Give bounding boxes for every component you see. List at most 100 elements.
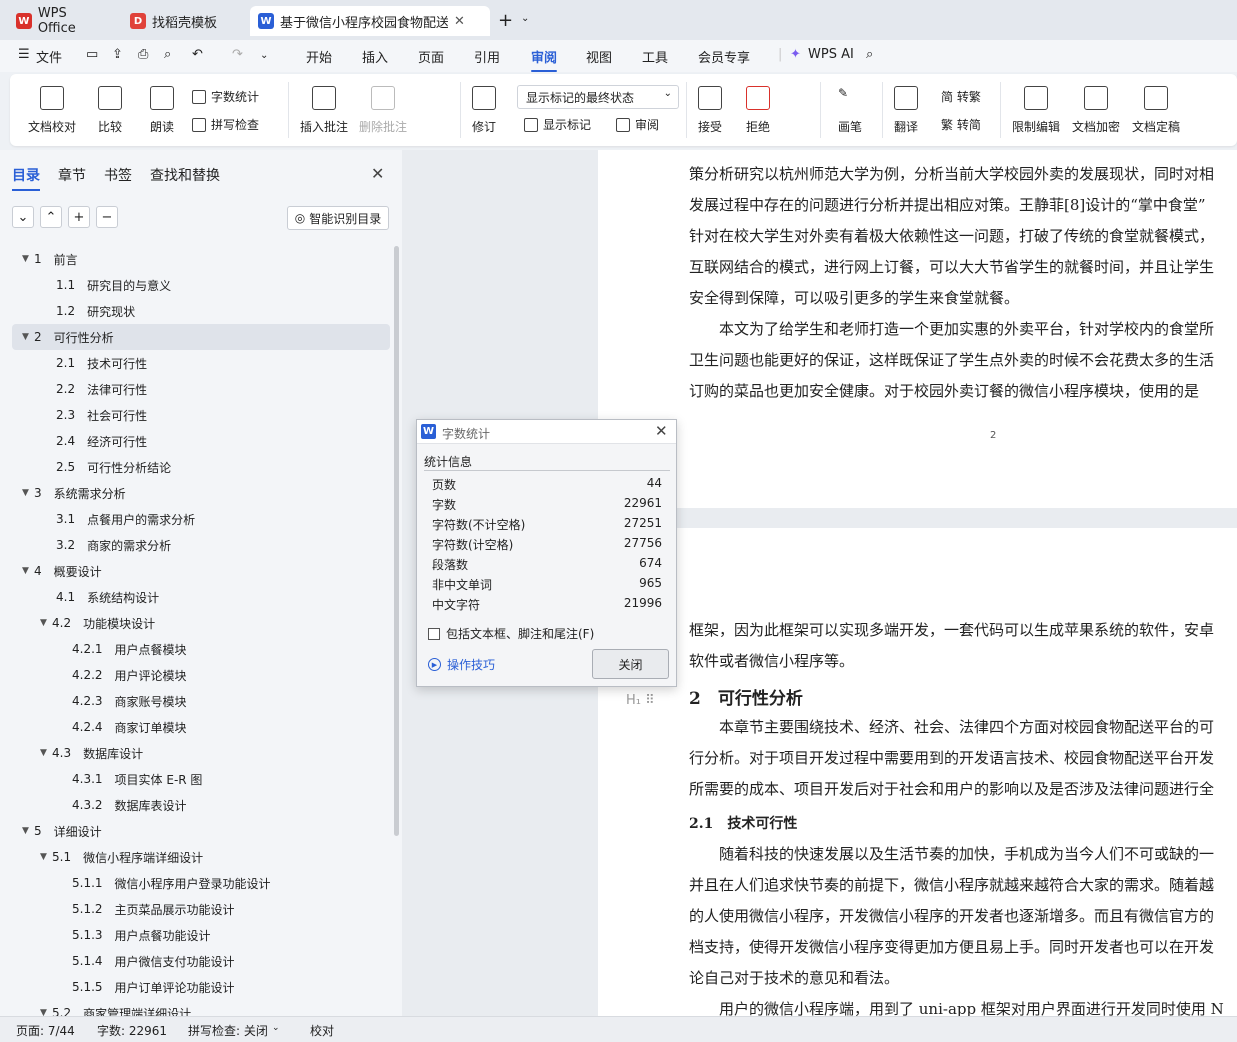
- toc-item[interactable]: ▼ 4.2 功能模块设计: [40, 610, 155, 636]
- stat-row: 字符数(不计空格) 27251: [432, 516, 662, 533]
- menu-page[interactable]: 页面: [418, 47, 444, 66]
- expand-arrow-icon[interactable]: ▼: [22, 566, 34, 576]
- toc-item[interactable]: 5.1.3 用户点餐功能设计: [56, 922, 211, 948]
- status-spell-check[interactable]: 拼写检查: 关闭: [188, 1022, 268, 1039]
- menu-hamburger-icon[interactable]: ☰: [18, 47, 30, 62]
- toc-item[interactable]: ▼ 5.2 商家管理端详细设计: [40, 1000, 191, 1016]
- print-icon[interactable]: ⎙: [138, 47, 148, 62]
- show-marks-button[interactable]: 显示标记: [524, 116, 591, 133]
- insert-comment-button[interactable]: 插入批注: [300, 86, 348, 135]
- include-textbox-checkbox[interactable]: 包括文本框、脚注和尾注(F): [428, 625, 594, 642]
- status-word-count[interactable]: 字数: 22961: [97, 1022, 167, 1039]
- status-proofread[interactable]: 校对: [310, 1022, 334, 1039]
- tips-link[interactable]: ▶ 操作技巧: [428, 656, 495, 673]
- delete-comment-button[interactable]: 删除批注: [359, 86, 407, 135]
- expand-arrow-icon[interactable]: ▼: [22, 488, 34, 498]
- export-icon[interactable]: ⇪: [112, 47, 123, 62]
- close-tab-icon[interactable]: ✕: [454, 14, 465, 29]
- toc-item[interactable]: 4.3.2 数据库表设计: [56, 792, 187, 818]
- expand-arrow-icon[interactable]: ▼: [40, 618, 52, 628]
- toc-item[interactable]: 2.3 社会可行性: [40, 402, 147, 428]
- new-tab-icon[interactable]: +: [498, 10, 513, 31]
- toc-item[interactable]: ▼ 3 系统需求分析: [22, 480, 126, 506]
- save-icon[interactable]: ▭: [86, 47, 98, 62]
- read-aloud-button[interactable]: 朗读: [150, 86, 174, 135]
- toc-item[interactable]: 4.2.2 用户评论模块: [56, 662, 187, 688]
- toc-item[interactable]: ▼ 5 详细设计: [22, 818, 102, 844]
- toc-item[interactable]: 4.2.4 商家订单模块: [56, 714, 187, 740]
- menu-home[interactable]: 开始: [306, 47, 332, 66]
- mark-state-select[interactable]: 显示标记的最终状态 ⌄: [517, 85, 679, 109]
- toc-item[interactable]: ▼ 5.1 微信小程序端详细设计: [40, 844, 203, 870]
- search-icon[interactable]: ⌕: [866, 47, 873, 62]
- undo-icon[interactable]: ↶: [192, 47, 203, 62]
- to-traditional-button[interactable]: 简 转繁: [941, 88, 981, 105]
- toc-item[interactable]: 2.1 技术可行性: [40, 350, 147, 376]
- toc-item[interactable]: 1.1 研究目的与意义: [40, 272, 171, 298]
- status-page[interactable]: 页面: 7/44: [16, 1022, 75, 1039]
- toc-item[interactable]: 2.5 可行性分析结论: [40, 454, 171, 480]
- word-count-button[interactable]: 字数统计: [192, 88, 259, 105]
- menu-tools[interactable]: 工具: [642, 47, 668, 66]
- expand-arrow-icon[interactable]: ▼: [40, 1008, 52, 1016]
- toc-item[interactable]: 4.2.1 用户点餐模块: [56, 636, 187, 662]
- toc-item[interactable]: 5.1.4 用户微信支付功能设计: [56, 948, 235, 974]
- expand-arrow-icon[interactable]: ▼: [22, 826, 34, 836]
- accept-button[interactable]: 接受: [698, 86, 722, 135]
- spell-check-button[interactable]: 拼写检查: [192, 116, 259, 133]
- toc-item[interactable]: 4.1 系统结构设计: [40, 584, 159, 610]
- toc-item[interactable]: 5.1.2 主页菜品展示功能设计: [56, 896, 235, 922]
- close-dialog-icon[interactable]: ✕: [655, 422, 668, 440]
- menu-reference[interactable]: 引用: [474, 47, 500, 66]
- toc-item[interactable]: ▼ 4.3 数据库设计: [40, 740, 143, 766]
- quick-access-chevron-icon[interactable]: ⌄: [260, 50, 268, 61]
- menu-member[interactable]: 会员专享: [698, 47, 750, 66]
- toc-item[interactable]: 4.2.3 商家账号模块: [56, 688, 187, 714]
- heading-handle-icon[interactable]: H₁ ⠿: [626, 693, 655, 708]
- to-simplified-button[interactable]: 繁 转简: [941, 116, 981, 133]
- toc-item[interactable]: 3.2 商家的需求分析: [40, 532, 171, 558]
- toc-item[interactable]: 2.2 法律可行性: [40, 376, 147, 402]
- tab-wps-office[interactable]: W WPS Office: [8, 6, 116, 36]
- menu-insert[interactable]: 插入: [362, 47, 388, 66]
- toc-title: 可行性分析结论: [87, 460, 172, 475]
- toc-item[interactable]: ▼ 4 概要设计: [22, 558, 102, 584]
- expand-arrow-icon[interactable]: ▼: [40, 748, 52, 758]
- toc-number: 2: [34, 330, 42, 344]
- restrict-edit-button[interactable]: 限制编辑: [1012, 86, 1060, 135]
- toc-item[interactable]: 5.1.1 微信小程序用户登录功能设计: [56, 870, 271, 896]
- tab-docer[interactable]: D 找稻壳模板: [122, 6, 244, 36]
- expand-arrow-icon[interactable]: ▼: [40, 852, 52, 862]
- wps-ai-button[interactable]: WPS AI: [808, 47, 854, 62]
- toc-item[interactable]: 5.1.5 用户订单评论功能设计: [56, 974, 235, 1000]
- toc-item[interactable]: 3.1 点餐用户的需求分析: [40, 506, 195, 532]
- chevron-down-icon[interactable]: ⌄: [272, 1023, 280, 1033]
- compare-button[interactable]: 比较: [98, 86, 122, 135]
- track-changes-button[interactable]: 修订: [472, 86, 496, 135]
- finalize-button[interactable]: 文档定稿: [1132, 86, 1180, 135]
- tab-menu-chevron-icon[interactable]: ⌄: [521, 13, 529, 24]
- menu-review[interactable]: 审阅: [531, 47, 558, 72]
- expand-arrow-icon[interactable]: ▼: [22, 254, 34, 264]
- toc-item[interactable]: 1.2 研究现状: [40, 298, 135, 324]
- pane-scrollbar[interactable]: [394, 246, 399, 836]
- toc-item[interactable]: ▼ 2 可行性分析: [12, 324, 390, 350]
- translate-button[interactable]: 翻译: [894, 86, 918, 135]
- toc-title: 点餐用户的需求分析: [87, 512, 196, 527]
- toc-item[interactable]: 2.4 经济可行性: [40, 428, 147, 454]
- redo-icon[interactable]: ↷: [232, 47, 243, 62]
- menu-view[interactable]: 视图: [586, 47, 612, 66]
- file-menu[interactable]: 文件: [36, 47, 62, 66]
- close-button[interactable]: 关闭: [592, 649, 669, 679]
- checkbox-box[interactable]: [428, 627, 440, 640]
- review-pane-button[interactable]: 审阅: [616, 116, 659, 133]
- expand-arrow-icon[interactable]: ▼: [22, 332, 34, 342]
- reject-button[interactable]: 拒绝: [746, 86, 770, 135]
- encrypt-button[interactable]: 文档加密: [1072, 86, 1120, 135]
- toc-item[interactable]: ▼ 1 前言: [22, 246, 78, 272]
- pen-button[interactable]: ✎ 画笔: [838, 86, 862, 135]
- toc-item[interactable]: 4.3.1 项目实体 E-R 图: [56, 766, 202, 792]
- print-preview-icon[interactable]: ⌕: [164, 47, 171, 62]
- doc-check-button[interactable]: 文档校对: [28, 86, 76, 135]
- tab-document[interactable]: W 基于微信小程序校园食物配送 ✕: [250, 6, 490, 36]
